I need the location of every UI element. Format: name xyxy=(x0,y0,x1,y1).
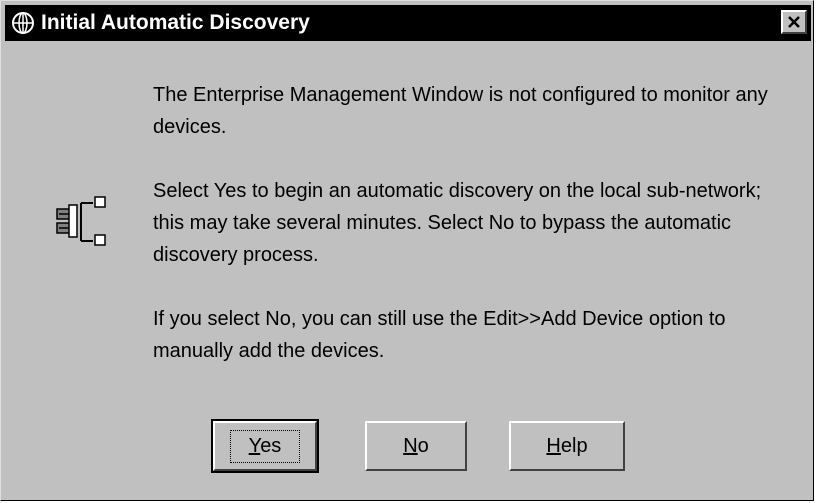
close-icon xyxy=(788,16,800,28)
network-tree-icon xyxy=(56,196,106,246)
no-button-label: No xyxy=(403,434,429,457)
yes-button[interactable]: Yes xyxy=(211,419,319,473)
message-paragraph-3: If you select No, you can still use the … xyxy=(153,308,726,362)
discovery-dialog: Initial Automatic Discovery The Enterpri… xyxy=(0,0,814,501)
title-bar[interactable]: Initial Automatic Discovery xyxy=(5,5,811,41)
message-paragraph-1: The Enterprise Management Window is not … xyxy=(153,84,768,138)
help-button-label: Help xyxy=(546,434,588,457)
globe-icon xyxy=(12,12,34,34)
help-button[interactable]: Help xyxy=(509,421,625,471)
message-text: The Enterprise Management Window is not … xyxy=(153,79,793,367)
message-paragraph-2: Select Yes to begin an automatic discove… xyxy=(153,180,762,266)
no-button[interactable]: No xyxy=(365,421,467,471)
dialog-title: Initial Automatic Discovery xyxy=(41,11,310,34)
yes-button-label: Yes xyxy=(229,429,301,463)
close-button[interactable] xyxy=(781,10,807,34)
